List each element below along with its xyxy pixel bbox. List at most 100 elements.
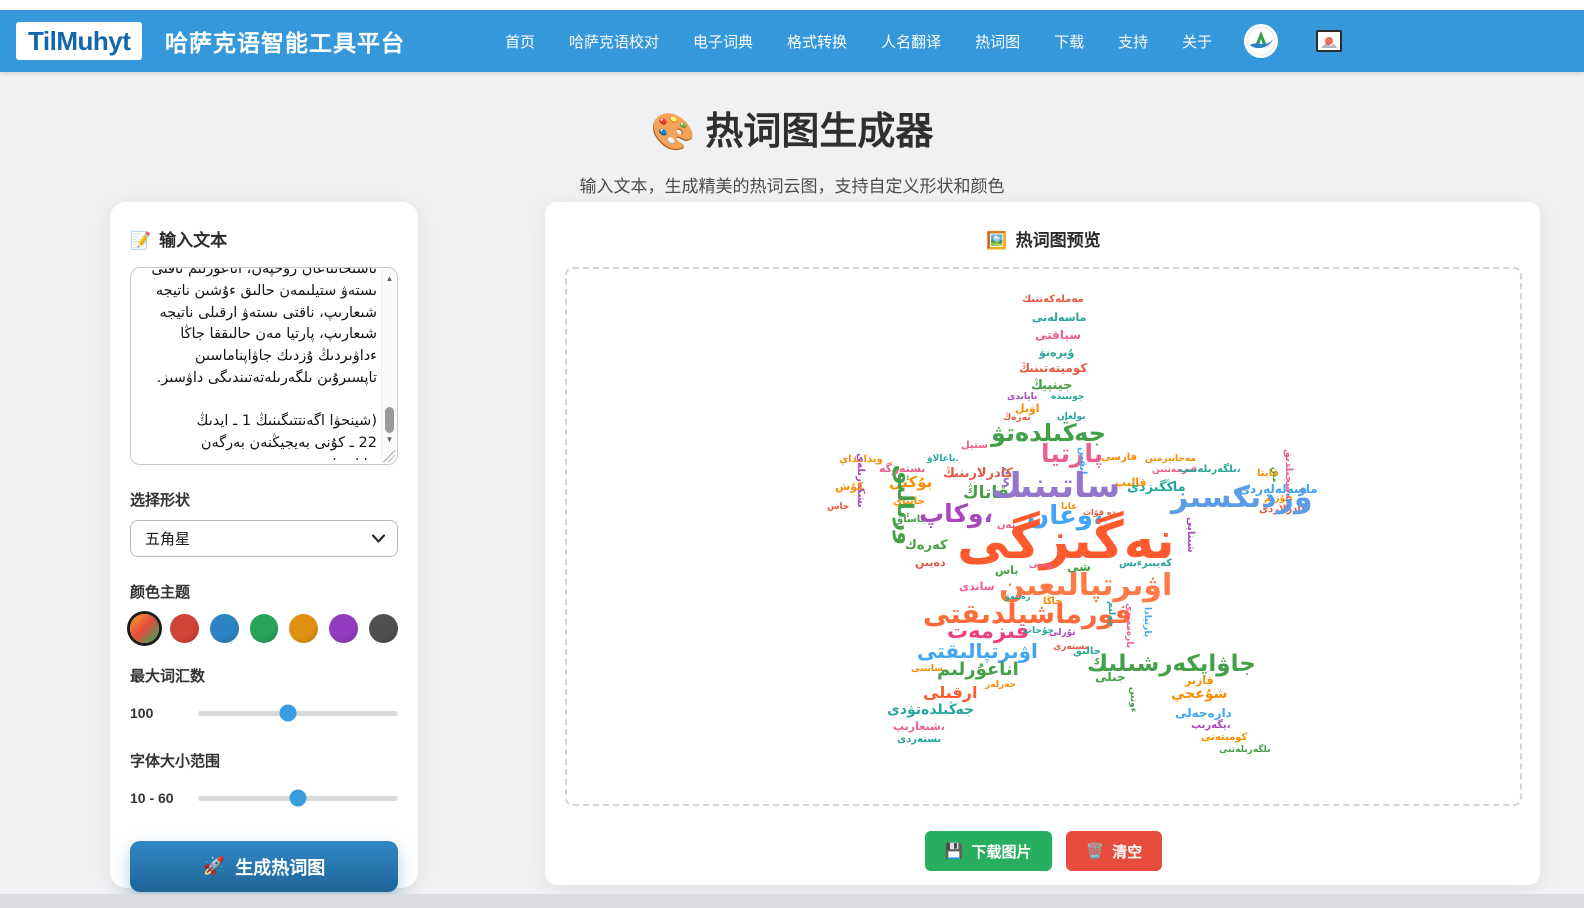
page: TilMuhyt 哈萨克语智能工具平台 首页 哈萨克语校对 电子词典 格式转换 人名翻译… xyxy=(0,0,1584,908)
cloud-word: فارسى xyxy=(1101,452,1138,463)
generate-button[interactable]: 🚀 生成热词图 xyxy=(130,841,398,892)
nav-link-3[interactable]: 电子词典 xyxy=(680,25,766,58)
cloud-word: باياندى xyxy=(1007,392,1038,402)
cloud-word: جىلى xyxy=(1095,670,1126,684)
cloud-word: ،شىعارىپ xyxy=(893,720,945,733)
input-section-title: 📝 输入文本 xyxy=(130,226,398,251)
logo-text: TilMuhyt xyxy=(28,25,131,56)
page-title: 🎨 热词图生成器 xyxy=(0,100,1584,155)
font-size-value: 10 - 60 xyxy=(130,790,174,806)
color-theme-label: 颜色主题 xyxy=(130,584,191,601)
text-input[interactable]: ناسىحاتتاعان روحپەن، اناعۇرلىم ناقتى ىست… xyxy=(130,267,398,465)
max-words-slider[interactable] xyxy=(198,704,398,722)
color-theme-red[interactable] xyxy=(169,614,199,643)
cloud-word: تۇرلى xyxy=(1049,628,1076,638)
cloud-word: ۇيرەنۋ xyxy=(1039,346,1075,359)
brand-title: 哈萨克语智能工具平台 xyxy=(165,30,405,56)
site-logo-icon[interactable] xyxy=(1244,24,1278,58)
scroll-down-icon[interactable]: ▼ xyxy=(382,432,397,447)
generate-button-label: 生成热词图 xyxy=(235,857,326,878)
wordcloud-canvas-area: مەملەكەتتىك ماسەلەنى سياقتى ۇيرەنۋ كوميتەتىن… xyxy=(565,267,1522,806)
download-image-button[interactable]: 💾 下载图片 xyxy=(924,831,1052,871)
clear-button-label: 清空 xyxy=(1112,843,1143,861)
nav-link-2[interactable]: 哈萨克语校对 xyxy=(556,25,672,58)
cloud-word: مەحانيزمىن xyxy=(1145,454,1196,464)
chevron-down-icon xyxy=(372,534,385,543)
nav-link-9[interactable]: 关于 xyxy=(1169,25,1225,58)
main-nav: 首页 哈萨克语校对 电子词典 格式转换 人名翻译 热词图 下载 支持 关于 xyxy=(492,10,1225,72)
cloud-word: بارەمەندى xyxy=(1124,603,1134,649)
cloud-word: دارەجەلى xyxy=(1175,706,1232,720)
cloud-word: ورتالىق xyxy=(892,465,917,545)
shape-select-value: 五角星 xyxy=(145,531,191,548)
font-size-slider[interactable] xyxy=(198,789,398,807)
scroll-up-icon[interactable]: ▲ xyxy=(382,271,397,286)
controls-panel: 📝 输入文本 ناسىحاتتاعان روحپەن، اناعۇرلىم ناق… xyxy=(110,202,418,892)
nav-link-4[interactable]: 格式转换 xyxy=(774,25,860,58)
cloud-word: ،ىلگەرىلەتىپ xyxy=(1179,464,1241,475)
trash-icon: 🗑️ xyxy=(1085,843,1105,860)
color-theme-gray[interactable] xyxy=(369,614,399,643)
cloud-word: ،يگەرىپ xyxy=(1191,720,1231,731)
textarea-scrollbar[interactable]: ▲ ▼ xyxy=(381,269,396,463)
nav-link-6[interactable]: 热词图 xyxy=(962,25,1033,58)
cloud-word: ماسەلەنى xyxy=(1032,311,1087,324)
cloud-word: ۇزدىكسىز xyxy=(1171,480,1313,515)
color-theme-green[interactable] xyxy=(249,614,279,643)
cloud-word: ىستەردى xyxy=(897,734,942,745)
input-section-title-text: 输入文本 xyxy=(159,231,228,250)
cloud-word: كوميتەتىنىڭ xyxy=(1019,361,1088,375)
max-words-value: 100 xyxy=(130,705,154,721)
shape-select[interactable]: 五角星 xyxy=(130,520,398,557)
font-size-label: 字体大小范围 xyxy=(130,753,221,770)
page-subtitle: 输入文本，生成精美的热词云图，支持自定义形状和颜色 xyxy=(579,177,1005,196)
cloud-word: ءوتىن xyxy=(1128,687,1138,713)
cloud-word: ارقىلى xyxy=(923,683,978,702)
logo[interactable]: TilMuhyt xyxy=(16,22,143,60)
color-theme-row xyxy=(130,614,399,643)
cloud-word: مەملەكەتتىك xyxy=(1022,294,1084,305)
color-theme-orange[interactable] xyxy=(289,614,319,643)
cloud-word: ساتىنىڭ xyxy=(991,466,1121,506)
globe-a-icon xyxy=(1246,26,1276,56)
text-input-value: ناسىحاتتاعان روحپەن، اناعۇرلىم ناقتى ىست… xyxy=(151,268,378,460)
shape-label: 选择形状 xyxy=(130,492,191,509)
cloud-word: جەلىم xyxy=(1106,601,1116,628)
max-words-slider-thumb[interactable] xyxy=(279,704,297,722)
action-row: 💾 下载图片 🗑️ 清空 xyxy=(565,831,1522,871)
cloud-word: كۇش xyxy=(835,480,864,493)
preview-title: 🖼️ 热词图预览 xyxy=(565,226,1522,251)
preview-title-text: 热词图预览 xyxy=(1015,231,1101,250)
bottom-strip xyxy=(0,894,1584,908)
cloud-word: جەڭىلدەتۋدى xyxy=(887,702,975,718)
download-button-label: 下载图片 xyxy=(971,843,1032,861)
cloud-word: كەرەك xyxy=(905,538,948,553)
nav-link-8[interactable]: 支持 xyxy=(1105,25,1161,58)
font-size-slider-thumb[interactable] xyxy=(289,789,307,807)
cloud-word: شۇعجي xyxy=(1171,686,1228,702)
preview-panel: 🖼️ 热词图预览 مەملەكەتتىك ماسەلەنى سياقتى ۇيرەنۋ ك… xyxy=(545,202,1540,885)
scrollbar-thumb[interactable] xyxy=(385,407,394,433)
cloud-word: ىلگەرىلەتتى xyxy=(1219,745,1271,755)
rocket-icon: 🚀 xyxy=(202,856,226,876)
memo-icon: 📝 xyxy=(130,231,152,250)
nav-link-5[interactable]: 人名翻译 xyxy=(868,25,954,58)
top-strip xyxy=(0,0,1584,10)
wordcloud: مەملەكەتتىك ماسەلەنى سياقتى ۇيرەنۋ كوميتەتىن… xyxy=(567,269,1520,804)
color-theme-purple[interactable] xyxy=(329,614,359,643)
text-input-content: ناسىحاتتاعان روحپەن، اناعۇرلىم ناقتى ىست… xyxy=(139,268,378,460)
nav-link-7[interactable]: 下载 xyxy=(1041,25,1097,58)
broken-image-icon[interactable] xyxy=(1316,30,1342,52)
color-theme-blue[interactable] xyxy=(209,614,239,643)
color-theme-multicolor[interactable] xyxy=(130,614,159,643)
cloud-word: كوميتەتى xyxy=(1201,732,1248,743)
font-size-slider-row: 10 - 60 xyxy=(130,789,398,807)
resize-handle[interactable] xyxy=(383,450,395,462)
cloud-word: قازىر xyxy=(1185,674,1214,687)
clear-button[interactable]: 🗑️ 清空 xyxy=(1065,831,1163,871)
page-title-text: 热词图生成器 xyxy=(705,111,934,153)
cloud-word: جينپيڭ xyxy=(1031,378,1073,393)
nav-link-1[interactable]: 首页 xyxy=(492,25,548,58)
cloud-word: ساتىنى xyxy=(911,664,944,674)
cloud-word: پارتيادا xyxy=(1142,607,1152,638)
